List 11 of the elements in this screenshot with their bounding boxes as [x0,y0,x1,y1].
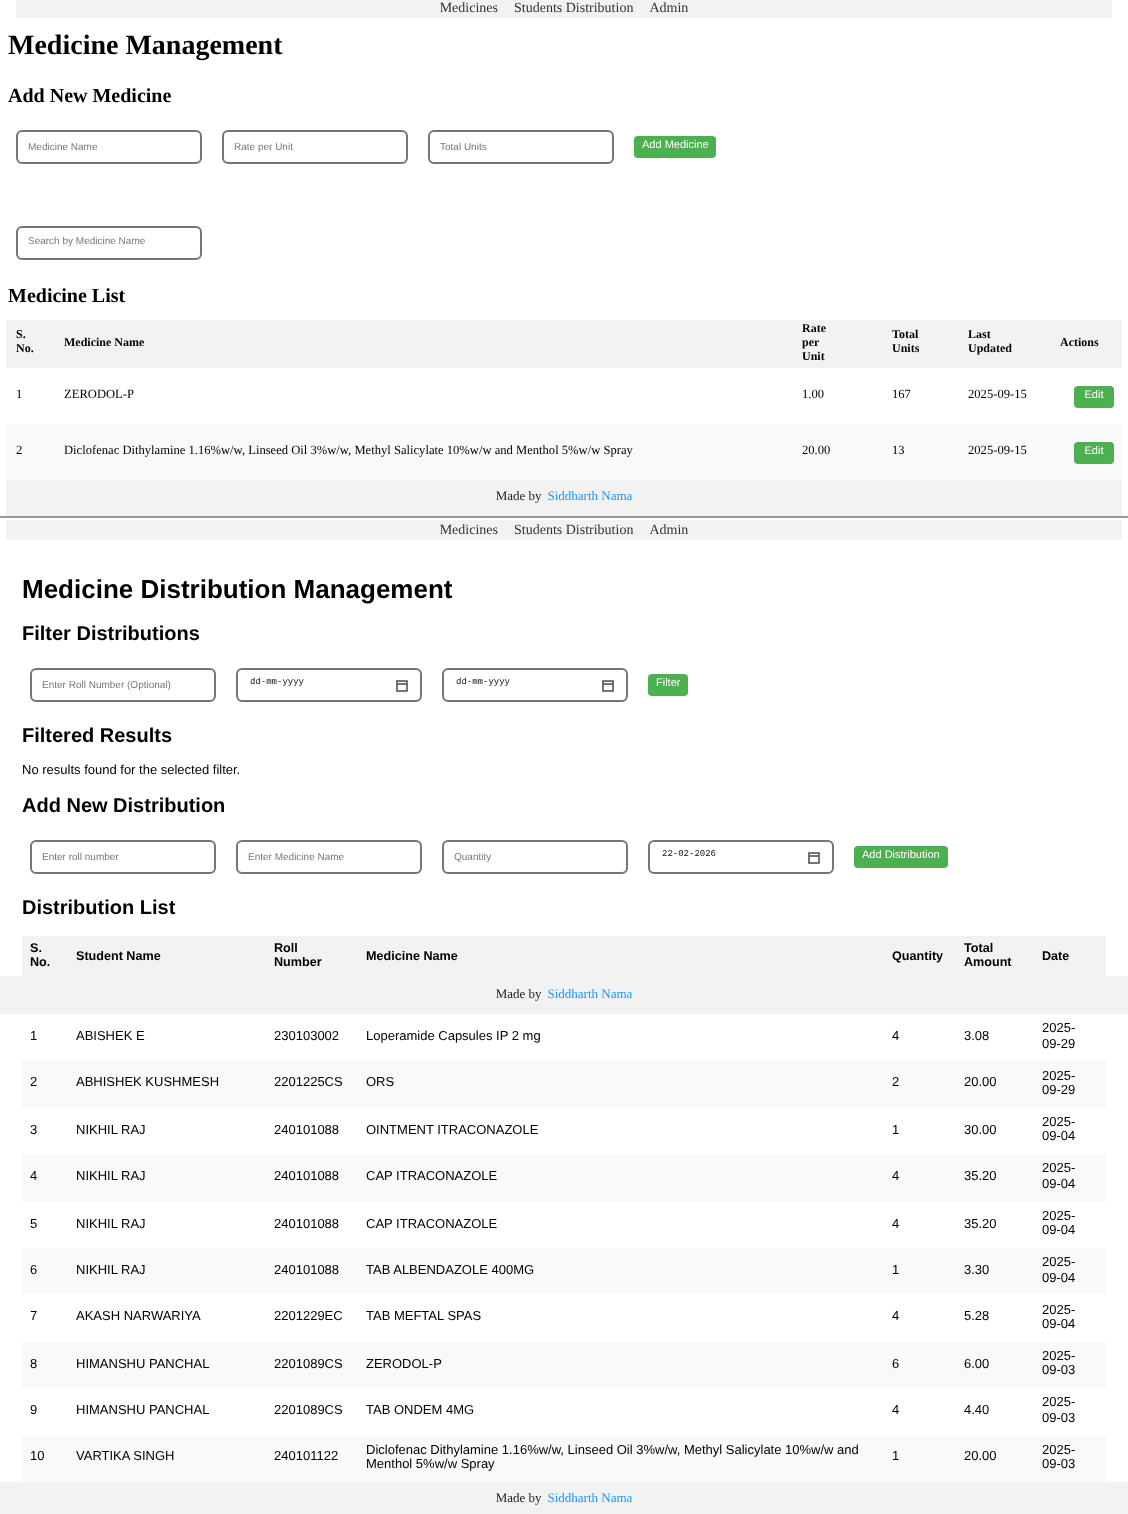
page-title: Medicine Management [8,30,285,66]
calendar-icon [396,679,408,691]
page-title: Medicine Distribution Management [22,572,455,608]
section-heading: Medicine List [8,284,128,312]
section-heading: Distribution List [22,896,178,924]
section-heading: Filtered Results [22,724,175,752]
calendar-icon [808,851,820,863]
section-heading: Add New Distribution [22,794,228,822]
section-heading: Add New Medicine [8,84,174,112]
calendar-icon [602,679,614,691]
section-heading: Filter Distributions [22,622,202,650]
